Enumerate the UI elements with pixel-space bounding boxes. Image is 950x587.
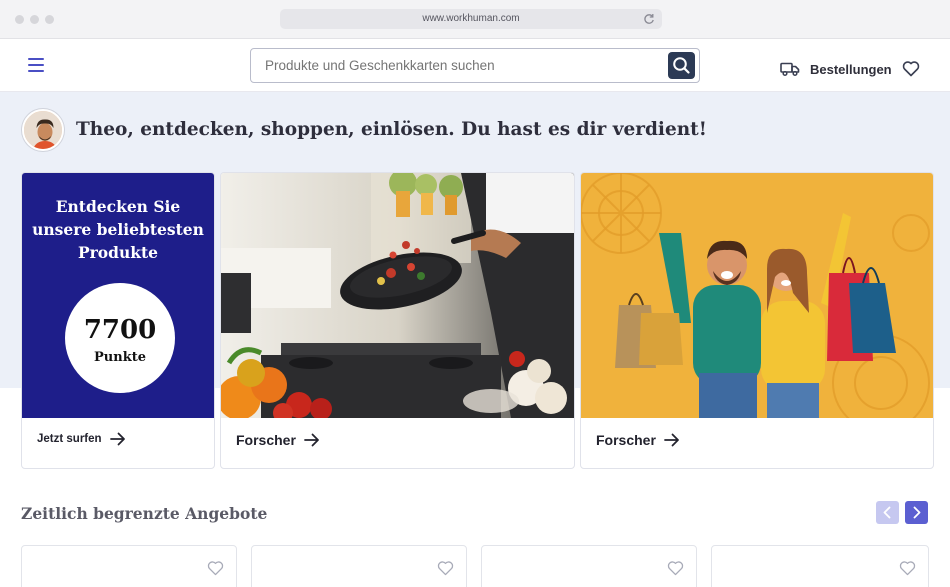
search-button[interactable] (668, 52, 695, 79)
arrow-right-icon (664, 433, 679, 447)
delivery-truck-icon (780, 62, 800, 77)
url-text: www.workhuman.com (422, 13, 520, 24)
arrow-right-icon (109, 432, 125, 446)
explore-card-shopping[interactable]: Forscher (580, 172, 934, 469)
points-value: 7700 (83, 315, 157, 345)
explore-card-cooking[interactable]: Forscher (220, 172, 575, 469)
explore-link-shopping[interactable]: Forscher (596, 432, 680, 448)
orders-label: Bestellungen (810, 61, 892, 77)
arrow-right-icon (304, 433, 319, 447)
promo-panel: Entdecken Sie unsere beliebtesten Produk… (22, 173, 214, 418)
points-balance: 7700 Punkte (65, 283, 175, 393)
browser-chrome: www.workhuman.com (0, 0, 950, 39)
window-minimize-dot[interactable] (30, 15, 39, 24)
favorite-heart-icon[interactable] (437, 560, 454, 576)
address-bar[interactable]: www.workhuman.com (280, 9, 662, 29)
explore-label-shopping: Forscher (596, 432, 656, 448)
window-maximize-dot[interactable] (45, 15, 54, 24)
search-box[interactable] (250, 48, 700, 83)
favorite-heart-icon[interactable] (899, 560, 916, 576)
chevron-left-icon (883, 506, 891, 519)
favorite-heart-icon[interactable] (207, 560, 224, 576)
favorite-heart-icon[interactable] (667, 560, 684, 576)
cooking-image (221, 173, 574, 418)
shopping-card-footer: Forscher (581, 416, 933, 468)
hamburger-menu-icon[interactable] (28, 58, 44, 72)
site-header: Bestellungen (0, 39, 950, 92)
offer-card[interactable] (251, 545, 467, 587)
wishlist-heart-icon[interactable] (902, 60, 920, 77)
greeting-heading: Theo, entdecken, shoppen, einlösen. Du h… (76, 119, 707, 140)
orders-link[interactable]: Bestellungen (780, 60, 892, 78)
shop-now-label: Jetzt surfen (37, 433, 102, 445)
user-avatar[interactable] (22, 109, 64, 151)
carousel-prev-button[interactable] (876, 501, 899, 524)
offers-heading: Zeitlich begrenzte Angebote (21, 504, 268, 523)
explore-label-cooking: Forscher (236, 432, 296, 448)
offer-card[interactable] (481, 545, 697, 587)
explore-link-cooking[interactable]: Forscher (236, 432, 320, 448)
promo-title: Entdecken Sie unsere beliebtesten Produk… (32, 197, 204, 262)
window-close-dot[interactable] (15, 15, 24, 24)
offer-card[interactable] (711, 545, 929, 587)
search-input[interactable] (265, 58, 655, 73)
promo-card-footer: Jetzt surfen (22, 416, 214, 468)
promo-card[interactable]: Entdecken Sie unsere beliebtesten Produk… (21, 172, 215, 469)
points-label: Punkte (94, 350, 146, 365)
carousel-next-button[interactable] (905, 501, 928, 524)
search-icon (673, 57, 690, 74)
shop-now-link[interactable]: Jetzt surfen (37, 432, 126, 446)
shopping-image (581, 173, 933, 418)
cooking-card-footer: Forscher (221, 416, 574, 468)
offer-card[interactable] (21, 545, 237, 587)
reload-icon[interactable] (642, 12, 656, 26)
chevron-right-icon (913, 506, 921, 519)
